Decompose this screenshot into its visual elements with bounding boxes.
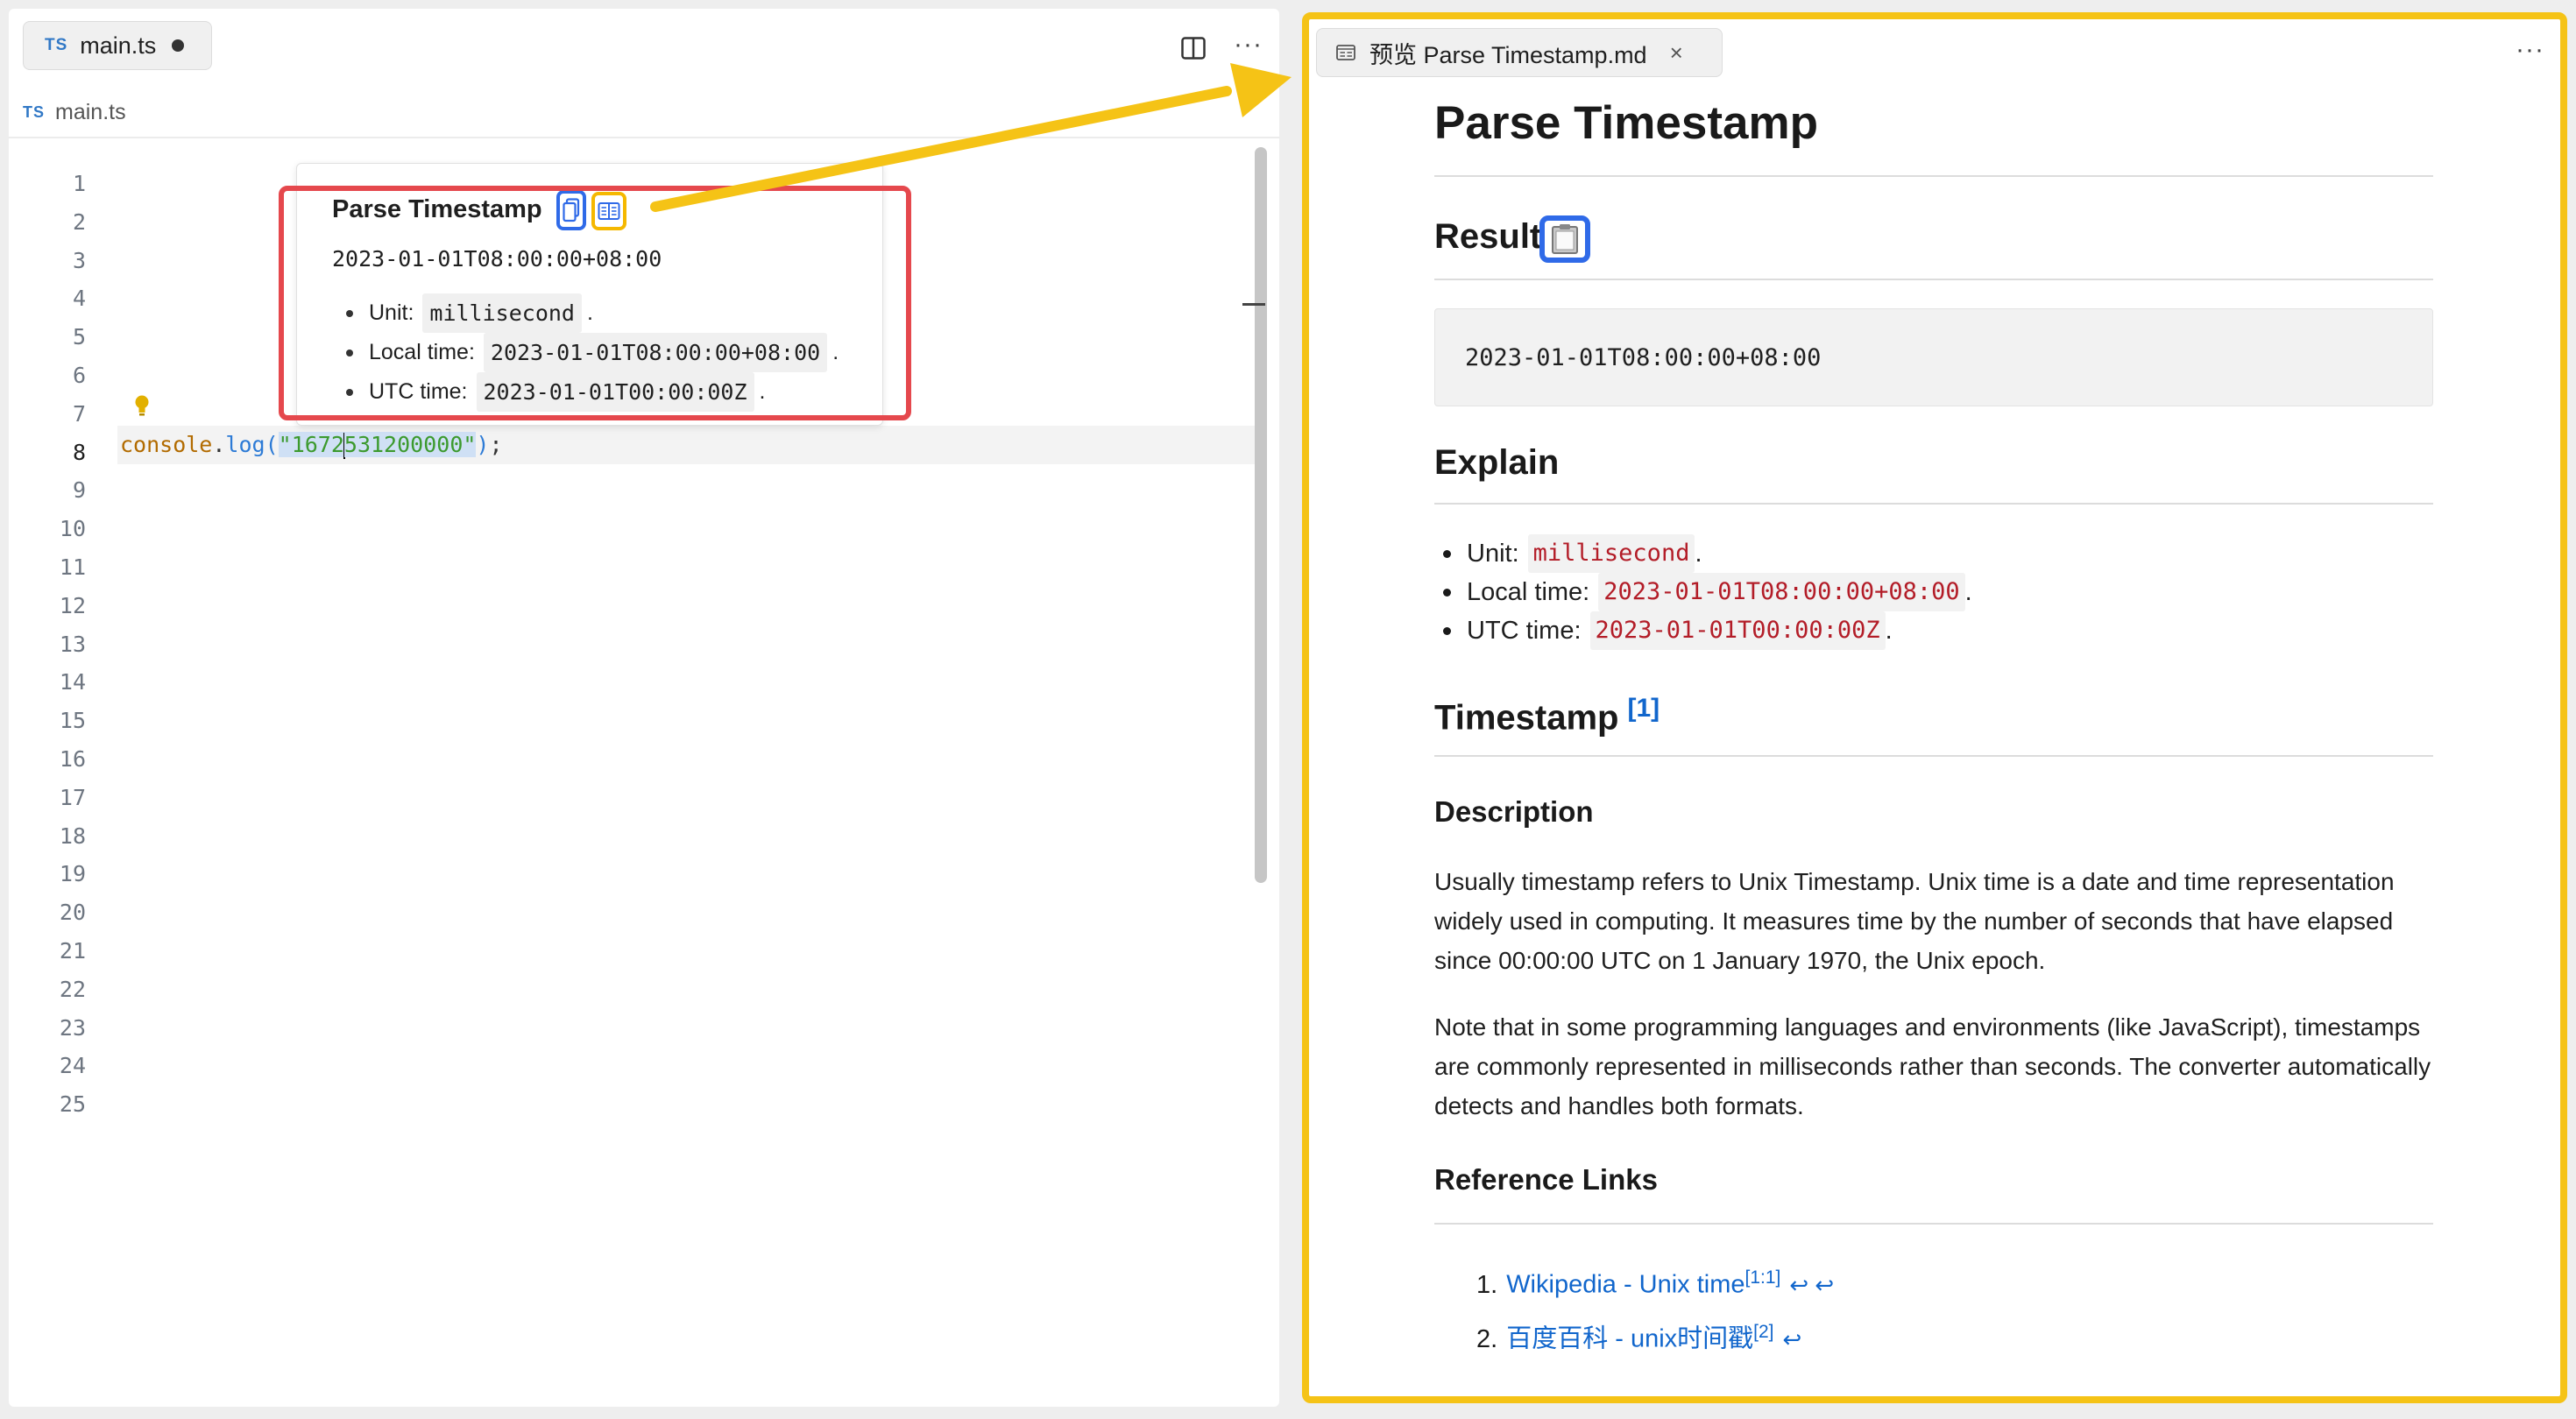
- footnote-ref-link[interactable]: [1]: [1627, 694, 1660, 723]
- explain-list: Unit: millisecond. Local time: 2023-01-01T…: [1434, 534, 1972, 650]
- line-number: 8: [72, 439, 86, 465]
- line-number: 23: [59, 1014, 86, 1041]
- code-token-string-end: 531200000": [343, 432, 477, 457]
- split-editor-icon[interactable]: [1181, 37, 1206, 60]
- tab-label: 预览 Parse Timestamp.md: [1369, 41, 1647, 68]
- line-number: 19: [59, 861, 86, 887]
- line-number-gutter: 1 2 3 4 5 6 7 8 9 10 11 12 13 14 15 16 17 18 19 20 21 22 23 24 2…: [9, 165, 86, 1124]
- reference-number: 2.: [1476, 1324, 1498, 1353]
- close-icon[interactable]: ×: [1670, 39, 1683, 67]
- line-number: 21: [59, 937, 86, 964]
- line-number: 13: [59, 631, 86, 657]
- typescript-icon: TS: [45, 36, 68, 54]
- item-label: UTC time:: [1467, 617, 1582, 645]
- item-suffix: .: [1885, 617, 1893, 645]
- code-token-open-paren: (: [265, 432, 279, 457]
- item-code: millisecond: [1527, 534, 1695, 573]
- item-label: Unit:: [1467, 540, 1519, 568]
- item-suffix: .: [1695, 540, 1702, 568]
- line-number: 18: [59, 822, 86, 849]
- typescript-icon: TS: [23, 103, 46, 121]
- line-number: 15: [59, 708, 86, 734]
- description-paragraph-2: Note that in some programming languages …: [1434, 1013, 2431, 1119]
- lightbulb-icon[interactable]: [134, 394, 150, 417]
- tab-preview[interactable]: 预览 Parse Timestamp.md ×: [1316, 28, 1723, 77]
- list-item: Unit: millisecond.: [1434, 534, 1972, 573]
- item-code: 2023-01-01T00:00:00Z: [1589, 611, 1886, 650]
- reference-link-wikipedia[interactable]: Wikipedia - Unix time: [1506, 1271, 1744, 1299]
- line-number: 24: [59, 1053, 86, 1079]
- code-token-close-paren: ): [476, 432, 490, 457]
- list-item: UTC time: 2023-01-01T00:00:00Z.: [1434, 611, 1972, 650]
- line-number: 3: [72, 247, 86, 273]
- code-token-dot: .: [212, 432, 226, 457]
- line-number: 11: [59, 554, 86, 580]
- timestamp-heading-text: Timestamp: [1434, 698, 1619, 738]
- markdown-preview-panel: 预览 Parse Timestamp.md × ··· Parse Timest…: [1302, 12, 2567, 1403]
- reference-link-baidu[interactable]: 百度百科 - unix时间戳: [1506, 1325, 1753, 1353]
- line-number: 7: [72, 400, 86, 427]
- clipboard-icon: [1552, 224, 1578, 254]
- timestamp-heading: Timestamp [1]: [1434, 694, 1660, 738]
- item-suffix: .: [1964, 578, 1972, 606]
- code-token-method: log: [225, 432, 265, 457]
- description-heading: Description: [1434, 795, 1594, 828]
- page-title: Parse Timestamp: [1434, 97, 1818, 149]
- editor-scrollbar[interactable]: [1255, 147, 1267, 883]
- code-token-semicolon: ;: [489, 432, 503, 457]
- divider: [1434, 755, 2433, 757]
- description-paragraph-1: Usually timestamp refers to Unix Timesta…: [1434, 868, 2395, 974]
- scrollbar-cursor-marker: [1242, 303, 1265, 306]
- line-number: 9: [72, 477, 86, 504]
- item-label: Local time:: [1467, 578, 1590, 606]
- line-number: 20: [59, 900, 86, 926]
- breadcrumb-file[interactable]: main.ts: [55, 100, 126, 125]
- line-number: 12: [59, 592, 86, 618]
- breadcrumb[interactable]: TS main.ts: [23, 100, 126, 125]
- unsaved-dot-icon[interactable]: [172, 39, 185, 52]
- reference-number: 1.: [1476, 1270, 1498, 1299]
- result-code-block: 2023-01-01T08:00:00+08:00: [1434, 308, 2433, 406]
- divider: [1434, 279, 2433, 280]
- line-number: 6: [72, 362, 86, 388]
- backref-icon[interactable]: ↩ ↩: [1789, 1272, 1834, 1298]
- more-actions-icon[interactable]: ···: [2516, 37, 2544, 63]
- highlight-box-red: [279, 186, 911, 420]
- line-number: 16: [59, 745, 86, 772]
- result-heading: Result: [1434, 217, 1542, 256]
- item-code: 2023-01-01T08:00:00+08:00: [1598, 573, 1965, 611]
- line-number: 4: [72, 286, 86, 312]
- divider: [9, 137, 1279, 138]
- reference-sup[interactable]: [1:1]: [1745, 1267, 1781, 1288]
- code-token-string-start: "1672: [278, 432, 344, 457]
- reference-sup[interactable]: [2]: [1753, 1322, 1773, 1342]
- more-actions-icon[interactable]: ···: [1234, 32, 1263, 58]
- reference-item: 1. Wikipedia - Unix time[1:1] ↩ ↩: [1434, 1251, 1834, 1305]
- tab-label: main.ts: [80, 32, 157, 59]
- preview-icon: [1336, 45, 1355, 60]
- line-number: 10: [59, 516, 86, 542]
- line-number: 5: [72, 324, 86, 350]
- backref-icon[interactable]: ↩: [1783, 1326, 1802, 1352]
- divider: [1434, 503, 2433, 505]
- line-number: 25: [59, 1091, 86, 1118]
- divider: [1434, 175, 2433, 177]
- line-number: 2: [72, 208, 86, 235]
- code-line-8[interactable]: console.log("1672531200000");: [120, 426, 503, 464]
- tab-main-ts[interactable]: TS main.ts: [23, 21, 212, 70]
- divider: [1434, 1223, 2433, 1225]
- explain-heading: Explain: [1434, 443, 1560, 482]
- references-heading: Reference Links: [1434, 1163, 1658, 1196]
- copy-result-button[interactable]: [1539, 215, 1590, 263]
- line-number: 22: [59, 976, 86, 1002]
- code-token-console: console: [120, 432, 213, 457]
- editor-panel: TS main.ts ··· TS main.ts 1 2 3 4 5 6 7 8 9 10 11 1…: [9, 9, 1279, 1407]
- line-number: 14: [59, 669, 86, 695]
- line-number: 17: [59, 784, 86, 810]
- list-item: Local time: 2023-01-01T08:00:00+08:00.: [1434, 573, 1972, 611]
- line-number: 1: [72, 171, 86, 196]
- reference-item: 2. 百度百科 - unix时间戳[2] ↩: [1434, 1305, 1834, 1359]
- reference-list: 1. Wikipedia - Unix time[1:1] ↩ ↩ 2. 百度百科 -…: [1434, 1251, 1834, 1359]
